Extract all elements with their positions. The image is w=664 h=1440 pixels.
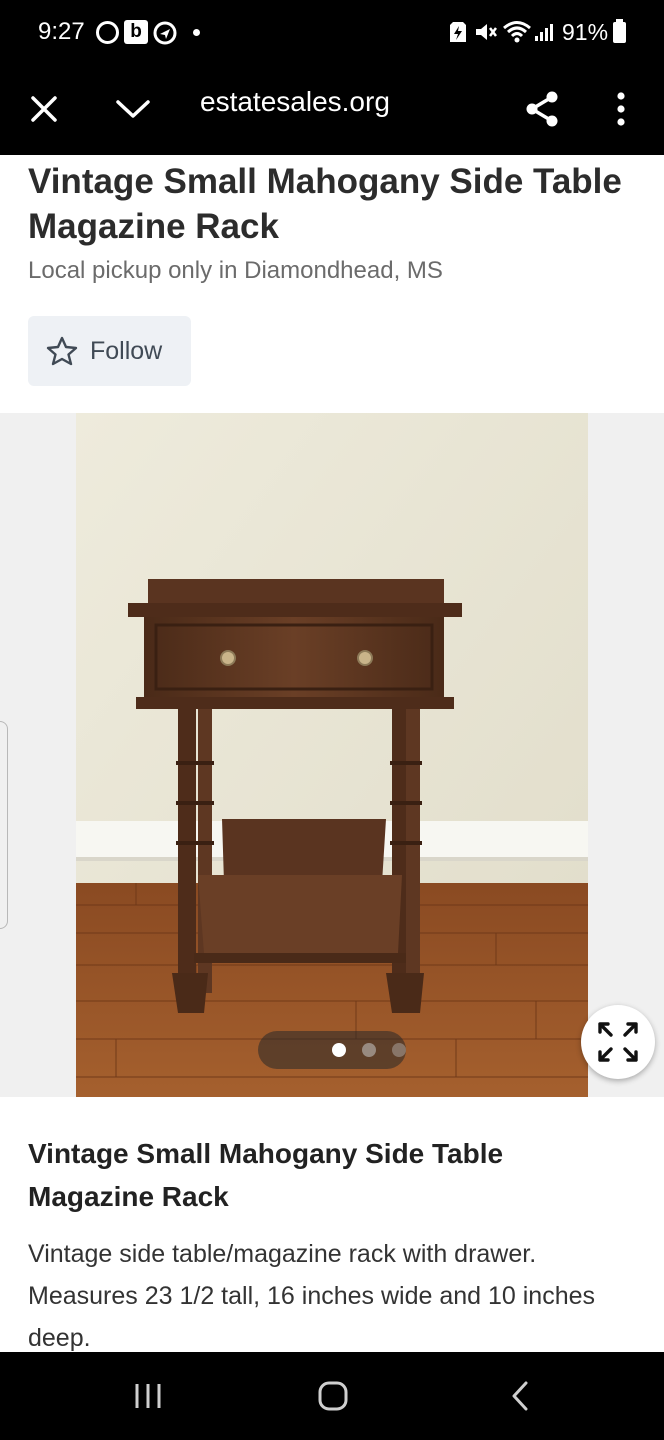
follow-label: Follow (90, 336, 163, 365)
status-bar: 9:27 b 91% (0, 0, 664, 64)
battery-saver-icon (450, 22, 466, 42)
collapse-button[interactable] (106, 82, 160, 136)
b-app-icon: b (124, 20, 148, 44)
recent-apps-icon (135, 1384, 161, 1408)
back-button[interactable] (490, 1370, 550, 1422)
wifi-icon (503, 21, 531, 43)
pickup-info: Local pickup only in Diamondhead, MS (28, 257, 443, 284)
expand-icon (598, 1022, 638, 1062)
recent-apps-button[interactable] (118, 1370, 178, 1422)
system-nav-bar (0, 1352, 664, 1440)
pager-dot[interactable] (362, 1043, 376, 1057)
fullscreen-button[interactable] (581, 1005, 655, 1079)
more-options-button[interactable] (594, 82, 648, 136)
pager-dot[interactable] (392, 1043, 406, 1057)
battery-percent: 91% (562, 19, 609, 45)
description-body: Vintage side table/magazine rack with dr… (28, 1240, 596, 1352)
more-vertical-icon (617, 92, 625, 126)
home-icon (318, 1381, 348, 1411)
previous-photo-peek[interactable] (0, 721, 8, 929)
notification-dot-icon (193, 29, 200, 36)
page-content: Vintage Small Mahogany Side Table Magazi… (0, 155, 664, 1352)
share-icon (526, 91, 558, 127)
close-icon (31, 96, 57, 122)
location-icon (153, 21, 177, 45)
listing-title: Vintage Small Mahogany Side Table Magazi… (28, 162, 622, 246)
close-button[interactable] (17, 82, 71, 136)
pager-dot-active[interactable] (332, 1043, 346, 1057)
signal-icon (535, 24, 553, 41)
browser-toolbar: estatesales.org (0, 64, 664, 155)
side-table-image (76, 413, 588, 1097)
photo-gallery[interactable] (0, 413, 664, 1097)
listing-photo[interactable] (76, 413, 588, 1097)
home-button[interactable] (303, 1370, 363, 1422)
status-time: 9:27 (38, 18, 85, 45)
star-icon (46, 336, 78, 366)
notification-circle-icon (96, 21, 119, 44)
mute-icon (476, 24, 497, 40)
share-button[interactable] (515, 82, 569, 136)
url-text[interactable]: estatesales.org (200, 84, 390, 120)
description-heading: Vintage Small Mahogany Side Table Magazi… (28, 1138, 504, 1212)
battery-icon (613, 19, 626, 43)
back-icon (512, 1381, 528, 1411)
follow-button[interactable]: Follow (28, 316, 191, 386)
chevron-down-icon (116, 100, 150, 118)
photo-pager[interactable] (258, 1031, 406, 1069)
